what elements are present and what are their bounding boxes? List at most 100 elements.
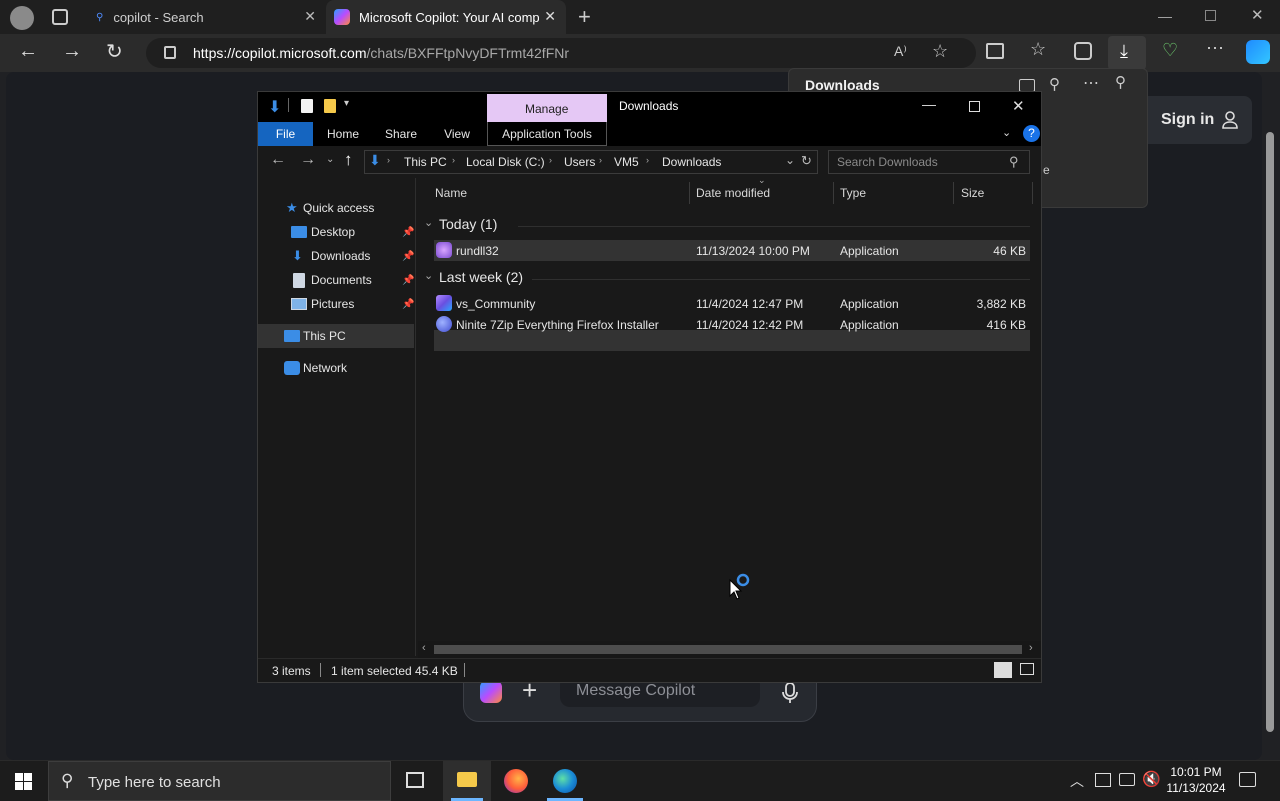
divider <box>464 663 465 677</box>
restore-icon[interactable] <box>1205 10 1216 21</box>
up-one-level-icon[interactable]: ↑ <box>344 150 353 170</box>
split-screen-icon[interactable] <box>986 43 1004 59</box>
close-tab-icon[interactable]: ✕ <box>544 8 556 25</box>
firefox-icon[interactable] <box>504 769 528 793</box>
refresh-icon[interactable]: ↻ <box>801 153 812 169</box>
file-date: 11/4/2024 12:47 PM <box>696 297 804 311</box>
ribbon-tab-share[interactable]: Share <box>376 122 426 146</box>
breadcrumb-this-pc[interactable]: This PC <box>404 155 447 169</box>
column-divider[interactable] <box>833 182 834 204</box>
nav-quick-access[interactable]: ★ Quick access <box>258 196 414 220</box>
taskbar-clock[interactable]: 10:01 PM 11/13/2024 <box>1160 764 1232 796</box>
back-icon[interactable]: ← <box>18 40 38 63</box>
chevron-up-icon[interactable]: ︿ <box>1070 771 1084 791</box>
new-tab-icon[interactable]: + <box>578 4 591 30</box>
tab-copilot-search[interactable]: ⚲ copilot - Search ✕ <box>88 0 324 34</box>
downloads-button[interactable]: ⤓ <box>1108 36 1146 70</box>
close-window-icon[interactable]: ✕ <box>1251 6 1264 24</box>
device-icon[interactable] <box>1095 773 1111 787</box>
page-scrollbar[interactable] <box>1262 72 1280 760</box>
favorite-star-icon[interactable]: ☆ <box>932 41 948 62</box>
close-tab-icon[interactable]: ✕ <box>304 8 316 25</box>
new-folder-icon[interactable] <box>324 99 336 113</box>
tab-actions-icon[interactable] <box>52 9 68 25</box>
manage-context-tab[interactable]: Manage <box>487 94 607 122</box>
breadcrumb-vm5[interactable]: VM5 <box>614 155 639 169</box>
horizontal-scrollbar[interactable]: ‹ › <box>418 641 1041 658</box>
tab-microsoft-copilot[interactable]: Microsoft Copilot: Your AI compa ✕ <box>326 0 566 34</box>
nav-desktop[interactable]: Desktop 📌 <box>258 220 414 244</box>
nav-pictures[interactable]: Pictures 📌 <box>258 292 414 316</box>
expand-ribbon-icon[interactable]: ⌄ <box>1002 126 1011 139</box>
edge-icon[interactable] <box>553 769 577 793</box>
table-row[interactable]: rundll32 11/13/2024 10:00 PM Application… <box>434 240 1030 261</box>
sign-in-button[interactable]: Sign in <box>1148 96 1252 144</box>
minimize-icon[interactable]: — <box>922 96 936 112</box>
nav-documents[interactable]: Documents 📌 <box>258 268 414 292</box>
pin-icon[interactable]: ⚲ <box>1115 73 1126 91</box>
breadcrumb[interactable]: ⬇ › This PC › Local Disk (C:) › Users › … <box>364 150 818 174</box>
ribbon-tab-file[interactable]: File <box>258 122 313 146</box>
scrollbar-thumb[interactable] <box>434 645 1022 654</box>
file-explorer-taskbar-button[interactable] <box>443 761 491 801</box>
customize-toolbar-icon[interactable]: ▾ <box>344 98 349 109</box>
task-view-icon[interactable] <box>406 772 424 788</box>
column-divider[interactable] <box>689 182 690 204</box>
notifications-icon[interactable] <box>1239 772 1256 787</box>
collections-icon[interactable] <box>1074 42 1092 60</box>
recent-locations-icon[interactable]: ⌄ <box>326 154 334 165</box>
collapse-group-icon[interactable]: ⌄ <box>424 216 433 229</box>
close-icon[interactable]: ✕ <box>1012 97 1025 115</box>
ribbon-tab-view[interactable]: View <box>436 122 478 146</box>
column-divider[interactable] <box>953 182 954 204</box>
table-row[interactable]: Ninite 7Zip Everything Firefox Installer… <box>434 314 1030 335</box>
favorites-icon[interactable]: ☆ <box>1030 39 1046 60</box>
scroll-left-icon[interactable]: ‹ <box>422 642 426 654</box>
address-bar[interactable]: https://copilot.microsoft.com/chats/BXFF… <box>146 38 976 68</box>
large-icons-view-icon[interactable] <box>1020 663 1034 675</box>
profile-avatar-icon[interactable] <box>10 6 34 30</box>
back-icon[interactable]: ← <box>270 151 286 169</box>
microphone-icon[interactable] <box>780 681 800 705</box>
taskbar-search-box[interactable]: ⚲ Type here to search <box>48 761 391 801</box>
column-divider[interactable] <box>1032 182 1033 204</box>
volume-muted-icon[interactable]: 🔇 <box>1142 770 1161 788</box>
refresh-icon[interactable]: ↻ <box>106 39 123 64</box>
more-icon[interactable]: ⋯ <box>1083 73 1099 93</box>
nav-this-pc[interactable]: This PC <box>258 324 414 348</box>
search-downloads-input[interactable]: Search Downloads ⚲ <box>828 150 1030 174</box>
column-header-type[interactable]: Type <box>840 186 866 200</box>
copilot-sidebar-icon[interactable] <box>1246 40 1270 64</box>
group-header-today[interactable]: Today (1) <box>439 216 497 232</box>
forward-icon[interactable]: → <box>300 151 316 169</box>
breadcrumb-users[interactable]: Users <box>564 155 595 169</box>
scroll-right-icon[interactable]: › <box>1029 642 1033 654</box>
read-aloud-icon[interactable]: A⁾ <box>894 43 907 60</box>
collapse-group-icon[interactable]: ⌄ <box>424 269 433 282</box>
help-icon[interactable]: ? <box>1023 125 1040 142</box>
group-header-last-week[interactable]: Last week (2) <box>439 269 523 285</box>
lock-icon[interactable] <box>164 46 176 59</box>
nav-downloads[interactable]: ⬇ Downloads 📌 <box>258 244 414 268</box>
nav-network[interactable]: Network <box>258 356 414 380</box>
browser-essentials-icon[interactable]: ♡ <box>1162 40 1178 61</box>
more-options-icon[interactable]: ⋯ <box>1206 38 1224 59</box>
scrollbar-thumb[interactable] <box>1266 132 1274 732</box>
breadcrumb-local-disk[interactable]: Local Disk (C:) <box>466 155 545 169</box>
column-header-date-modified[interactable]: Date modified <box>696 186 770 200</box>
forward-icon[interactable]: → <box>62 40 82 63</box>
ribbon-tab-home[interactable]: Home <box>320 122 366 146</box>
details-view-icon[interactable] <box>994 662 1012 678</box>
column-header-size[interactable]: Size <box>961 186 984 200</box>
column-header-name[interactable]: Name <box>435 186 467 200</box>
minimize-icon[interactable]: — <box>1158 8 1172 24</box>
properties-icon[interactable] <box>301 99 313 113</box>
ribbon-tab-application-tools[interactable]: Application Tools <box>487 122 607 146</box>
chevron-down-icon[interactable]: ⌄ <box>785 153 795 167</box>
breadcrumb-downloads[interactable]: Downloads <box>662 155 721 169</box>
table-row[interactable]: vs_Community 11/4/2024 12:47 PM Applicat… <box>434 293 1030 314</box>
windows-start-icon[interactable] <box>15 773 32 790</box>
maximize-icon[interactable] <box>969 101 980 112</box>
network-status-icon[interactable] <box>1119 773 1135 786</box>
search-downloads-icon[interactable]: ⚲ <box>1049 75 1060 93</box>
